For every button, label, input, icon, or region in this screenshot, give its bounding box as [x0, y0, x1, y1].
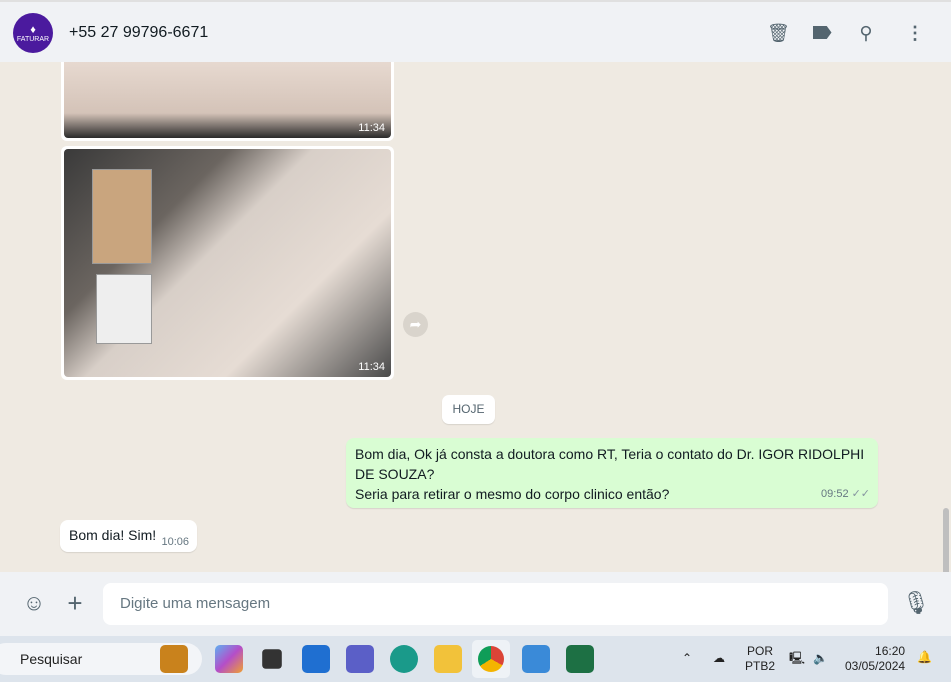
label-icon[interactable] [811, 22, 833, 44]
language-indicator[interactable]: POR PTB2 [745, 644, 775, 674]
microphone-icon[interactable]: 🎙 [902, 590, 930, 616]
volume-icon[interactable]: 🔈 [813, 651, 828, 666]
logo-icon: ♦ [30, 23, 36, 36]
id-card-photo: 11:34 [64, 149, 391, 377]
onedrive-icon[interactable]: ☁ [713, 651, 725, 666]
message-time: 09:52 [821, 488, 849, 500]
read-ticks-icon: ✓✓ [851, 488, 870, 500]
contact-name[interactable]: +55 27 99796-6671 [69, 24, 208, 42]
avatar[interactable]: ♦ FATURAR [13, 13, 53, 53]
notepad-icon[interactable] [522, 645, 550, 673]
attach-plus-icon[interactable]: + [61, 588, 89, 619]
more-icon[interactable]: ⋮ [904, 22, 926, 44]
trash-icon[interactable]: 🗑 [767, 22, 790, 44]
image-message[interactable]: 11:34 [61, 62, 394, 141]
search-icon[interactable]: ⚲ [855, 22, 877, 44]
outgoing-message[interactable]: Bom dia, Ok já consta a doutora como RT,… [346, 438, 878, 508]
notification-bell-icon[interactable]: 🔔 [917, 650, 932, 665]
teams-icon[interactable] [346, 645, 374, 673]
chat-header: ♦ FATURAR +55 27 99796-6671 🗑 ⚲ ⋮ [0, 0, 951, 62]
incoming-message[interactable]: Bom dia! Sim! 10:06 [60, 520, 197, 552]
message-text: Bom dia, Ok já consta a doutora como RT,… [355, 446, 865, 482]
date-chip: HOJE [442, 395, 495, 424]
chrome-icon [478, 646, 504, 672]
message-time: 10:06 [161, 536, 189, 548]
message-text: Seria para retirar o mesmo do corpo clin… [355, 486, 670, 502]
scrollbar[interactable] [943, 508, 949, 572]
briefcase-icon[interactable] [160, 645, 188, 673]
compose-bar: ☺ + Digite uma mensagem 🎙 [0, 572, 951, 636]
file-explorer-icon[interactable] [434, 645, 462, 673]
tray-chevron-icon[interactable]: ⌃ [682, 651, 692, 666]
taskbar: Pesquisar ⌃ ☁ POR PTB2 🖳 🔈 16:20 03/05/202… [0, 636, 951, 682]
emoji-icon[interactable]: ☺ [20, 590, 48, 616]
excel-icon[interactable] [566, 645, 594, 673]
message-input[interactable]: Digite uma mensagem [103, 583, 888, 625]
copilot-icon[interactable] [215, 645, 243, 673]
message-text: Bom dia! Sim! [69, 527, 157, 543]
chrome-active[interactable] [472, 640, 510, 678]
task-view-icon[interactable] [262, 649, 282, 669]
store-icon[interactable] [302, 645, 330, 673]
forward-icon[interactable]: ➦ [403, 312, 428, 337]
network-icon[interactable]: 🖳 [789, 651, 805, 666]
document-photo: 11:34 [64, 62, 391, 138]
image-message[interactable]: 11:34 [61, 146, 394, 380]
edge-icon[interactable] [390, 645, 418, 673]
clock[interactable]: 16:20 03/05/2024 [845, 644, 905, 674]
message-list: 11:34 11:34 ➦ HOJE Bom dia, Ok já consta… [0, 62, 951, 572]
